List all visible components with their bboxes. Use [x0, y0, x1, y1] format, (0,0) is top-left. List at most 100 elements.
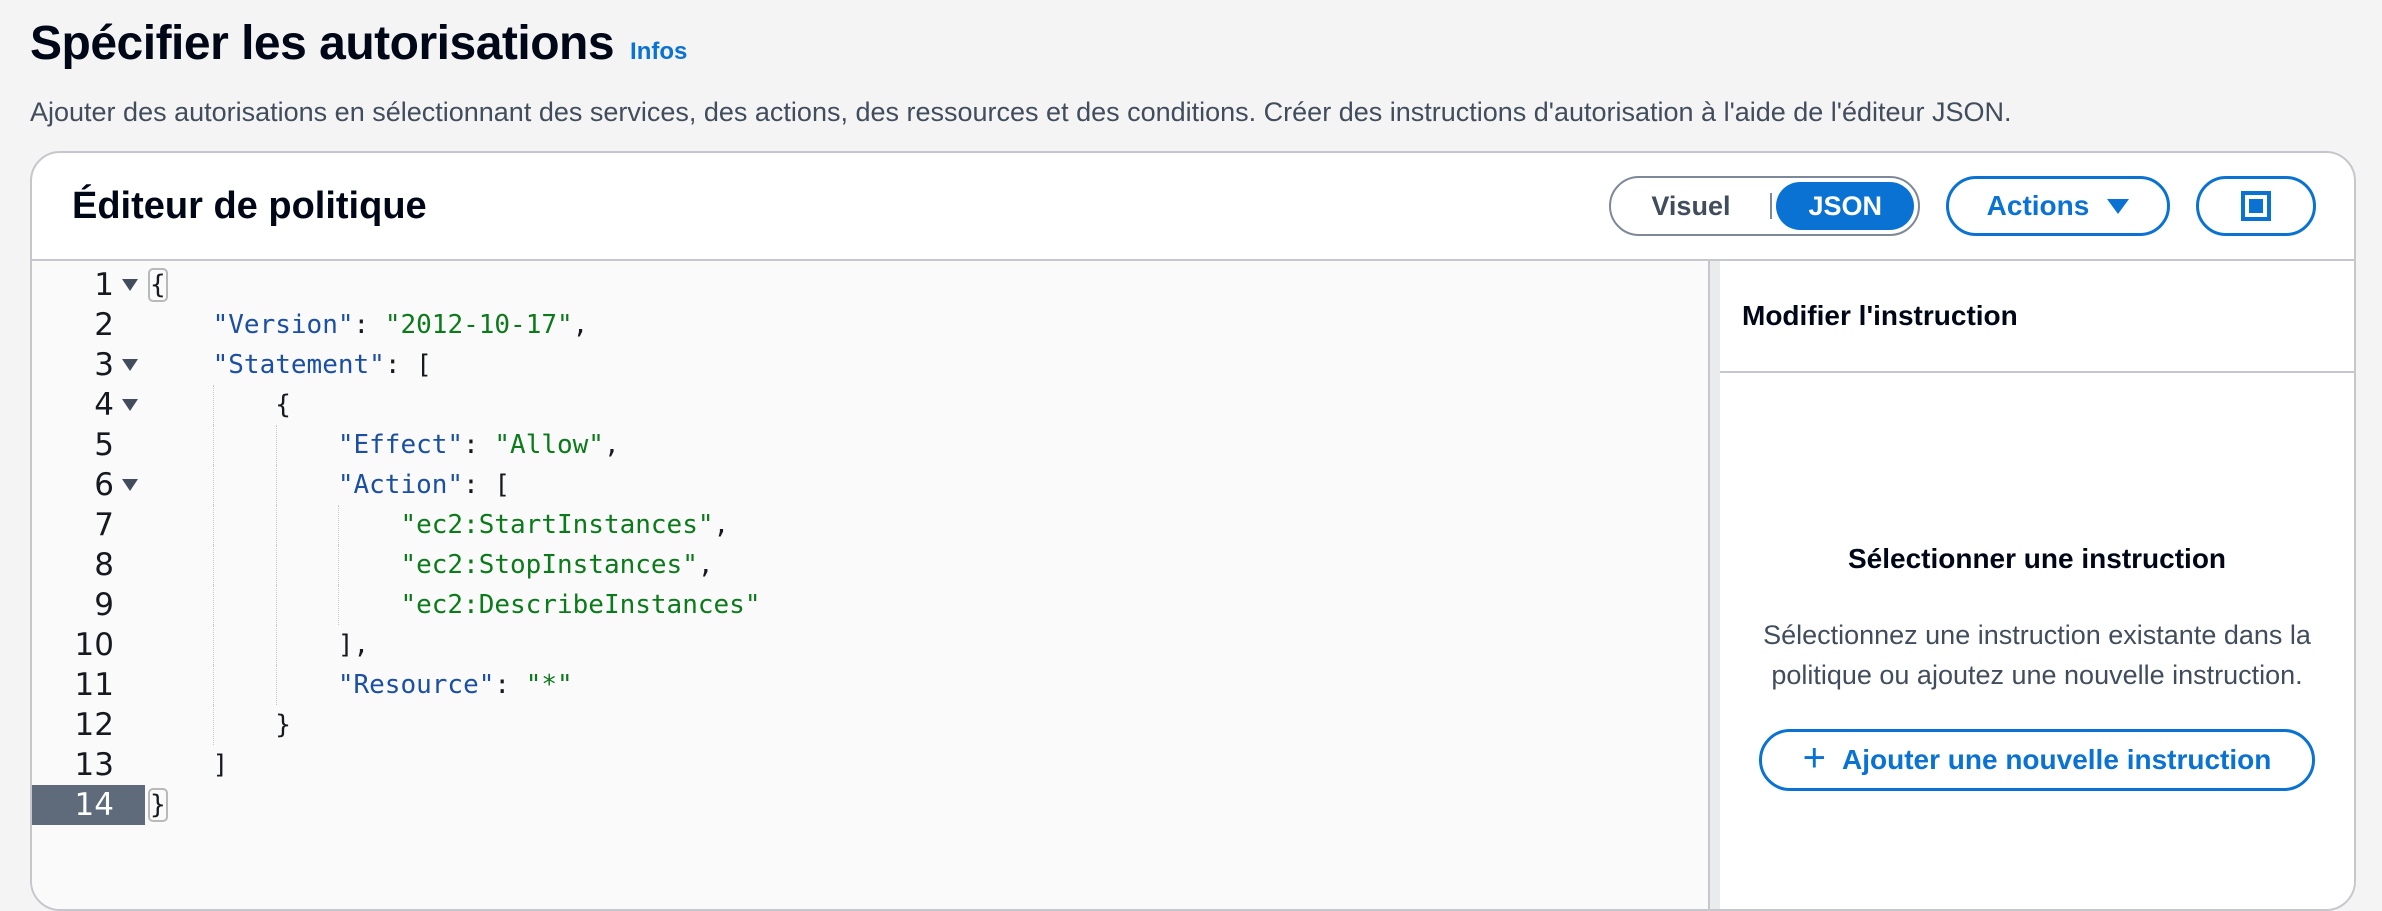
indent-guide [212, 665, 214, 705]
fold-caret-icon[interactable] [122, 479, 138, 491]
line-number-text: 3 [94, 347, 114, 383]
code-line[interactable]: 3 "Statement": [ [32, 345, 1708, 385]
indent-guide [212, 465, 214, 505]
indent-guide [338, 505, 340, 545]
add-statement-label: Ajouter une nouvelle instruction [1841, 744, 2272, 775]
split-panel-button[interactable] [2196, 176, 2316, 236]
caret-down-icon [2107, 198, 2130, 214]
indent-guide [275, 545, 277, 585]
line-number: 4 [32, 385, 114, 425]
title-row: Spécifier les autorisations Infos [30, 12, 2352, 76]
code-line[interactable]: 4 { [32, 385, 1708, 425]
page-title: Spécifier les autorisations [30, 17, 615, 70]
line-number-text: 9 [94, 587, 114, 623]
json-key: "Effect" [337, 430, 464, 460]
page-header: Spécifier les autorisations Infos Ajoute… [30, 12, 2352, 130]
code-line[interactable]: 12 } [32, 705, 1708, 745]
page-description: Ajouter des autorisations en sélectionna… [30, 97, 2012, 127]
code-token: } [148, 788, 168, 822]
code-line[interactable]: 8 "ec2:StopInstances", [32, 545, 1708, 585]
fold-caret-icon[interactable] [122, 399, 138, 411]
code-token: ], [337, 630, 370, 660]
code-line[interactable]: 11 "Resource": "*" [32, 665, 1708, 705]
code-token: { [148, 268, 168, 302]
line-number: 6 [32, 465, 114, 505]
line-number-text: 13 [74, 747, 114, 783]
line-number: 10 [32, 625, 114, 665]
json-mode-button[interactable]: JSON [1776, 182, 1914, 230]
code-line[interactable]: 13 ] [32, 745, 1708, 785]
indent-guide [212, 585, 214, 625]
code-line[interactable]: 7 "ec2:StartInstances", [32, 505, 1708, 545]
code-text: { [148, 265, 168, 305]
json-separator: : [384, 350, 417, 380]
panel-title: Éditeur de politique [72, 184, 427, 227]
fold-caret-icon[interactable] [122, 359, 138, 371]
fold-caret-icon[interactable] [122, 279, 138, 291]
code-token: { [275, 390, 291, 420]
code-text: "Statement": [ [150, 345, 432, 385]
actions-label: Actions [1986, 190, 2090, 221]
code-text: ] [150, 745, 229, 785]
line-number: 5 [32, 425, 114, 465]
visual-mode-button[interactable]: Visuel [1615, 182, 1766, 230]
json-punctuation: [ [494, 470, 511, 500]
json-separator: : [353, 310, 385, 340]
panel-header: Éditeur de politique Visuel JSON Actions [32, 153, 2354, 261]
indent-guide [212, 705, 214, 745]
indent-guide [338, 585, 340, 625]
json-string: "*" [525, 670, 573, 700]
line-number-text: 2 [94, 307, 114, 343]
line-number-text: 14 [74, 787, 114, 823]
indent-guide [275, 625, 277, 665]
policy-editor-panel: Éditeur de politique Visuel JSON Actions… [30, 151, 2356, 911]
code-text: "Effect": "Allow", [150, 425, 620, 465]
code-line[interactable]: 9 "ec2:DescribeInstances" [32, 585, 1708, 625]
json-separator: : [463, 430, 495, 460]
json-key: "Statement" [212, 350, 385, 380]
line-number-text: 8 [94, 547, 114, 583]
add-statement-button[interactable]: + Ajouter une nouvelle instruction [1759, 729, 2315, 791]
line-number-text: 11 [74, 667, 114, 703]
json-key: "Action" [337, 470, 464, 500]
code-line[interactable]: 10 ], [32, 625, 1708, 665]
actions-dropdown-button[interactable]: Actions [1946, 176, 2170, 236]
panel-resize-handle[interactable] [1708, 261, 1720, 909]
code-line[interactable]: 2 "Version": "2012-10-17", [32, 305, 1708, 345]
json-code-editor[interactable]: 1{2 "Version": "2012-10-17", 3 "Statement… [32, 261, 1708, 909]
toggle-separator [1770, 193, 1773, 219]
indent-guide [275, 585, 277, 625]
code-text: } [150, 705, 291, 745]
line-number: 8 [32, 545, 114, 585]
statement-side-panel: Modifier l'instruction Sélectionner une … [1720, 261, 2354, 909]
line-number: 2 [32, 305, 114, 345]
editor-mode-toggle: Visuel JSON [1609, 176, 1920, 236]
info-link[interactable]: Infos [630, 38, 687, 66]
empty-state-text: Sélectionnez une instruction existante d… [1763, 620, 2311, 690]
json-punctuation: [ [416, 350, 432, 380]
code-line[interactable]: 14} [32, 785, 1708, 825]
json-separator: : [494, 670, 526, 700]
json-key: "Resource" [337, 670, 495, 700]
json-punctuation: , [572, 310, 589, 340]
line-number-text: 10 [74, 627, 114, 663]
code-text: "ec2:DescribeInstances" [150, 585, 760, 625]
line-number: 13 [32, 745, 114, 785]
indent-guide [275, 665, 277, 705]
code-line[interactable]: 6 "Action": [ [32, 465, 1708, 505]
line-number: 1 [32, 265, 114, 305]
indent-guide [212, 625, 214, 665]
indent-guide [338, 545, 340, 585]
json-separator: : [463, 470, 495, 500]
code-line[interactable]: 1{ [32, 265, 1708, 305]
json-punctuation: , [603, 430, 620, 460]
code-line[interactable]: 5 "Effect": "Allow", [32, 425, 1708, 465]
json-punctuation: , [697, 550, 714, 580]
indent-guide [275, 425, 277, 465]
line-number: 12 [32, 705, 114, 745]
